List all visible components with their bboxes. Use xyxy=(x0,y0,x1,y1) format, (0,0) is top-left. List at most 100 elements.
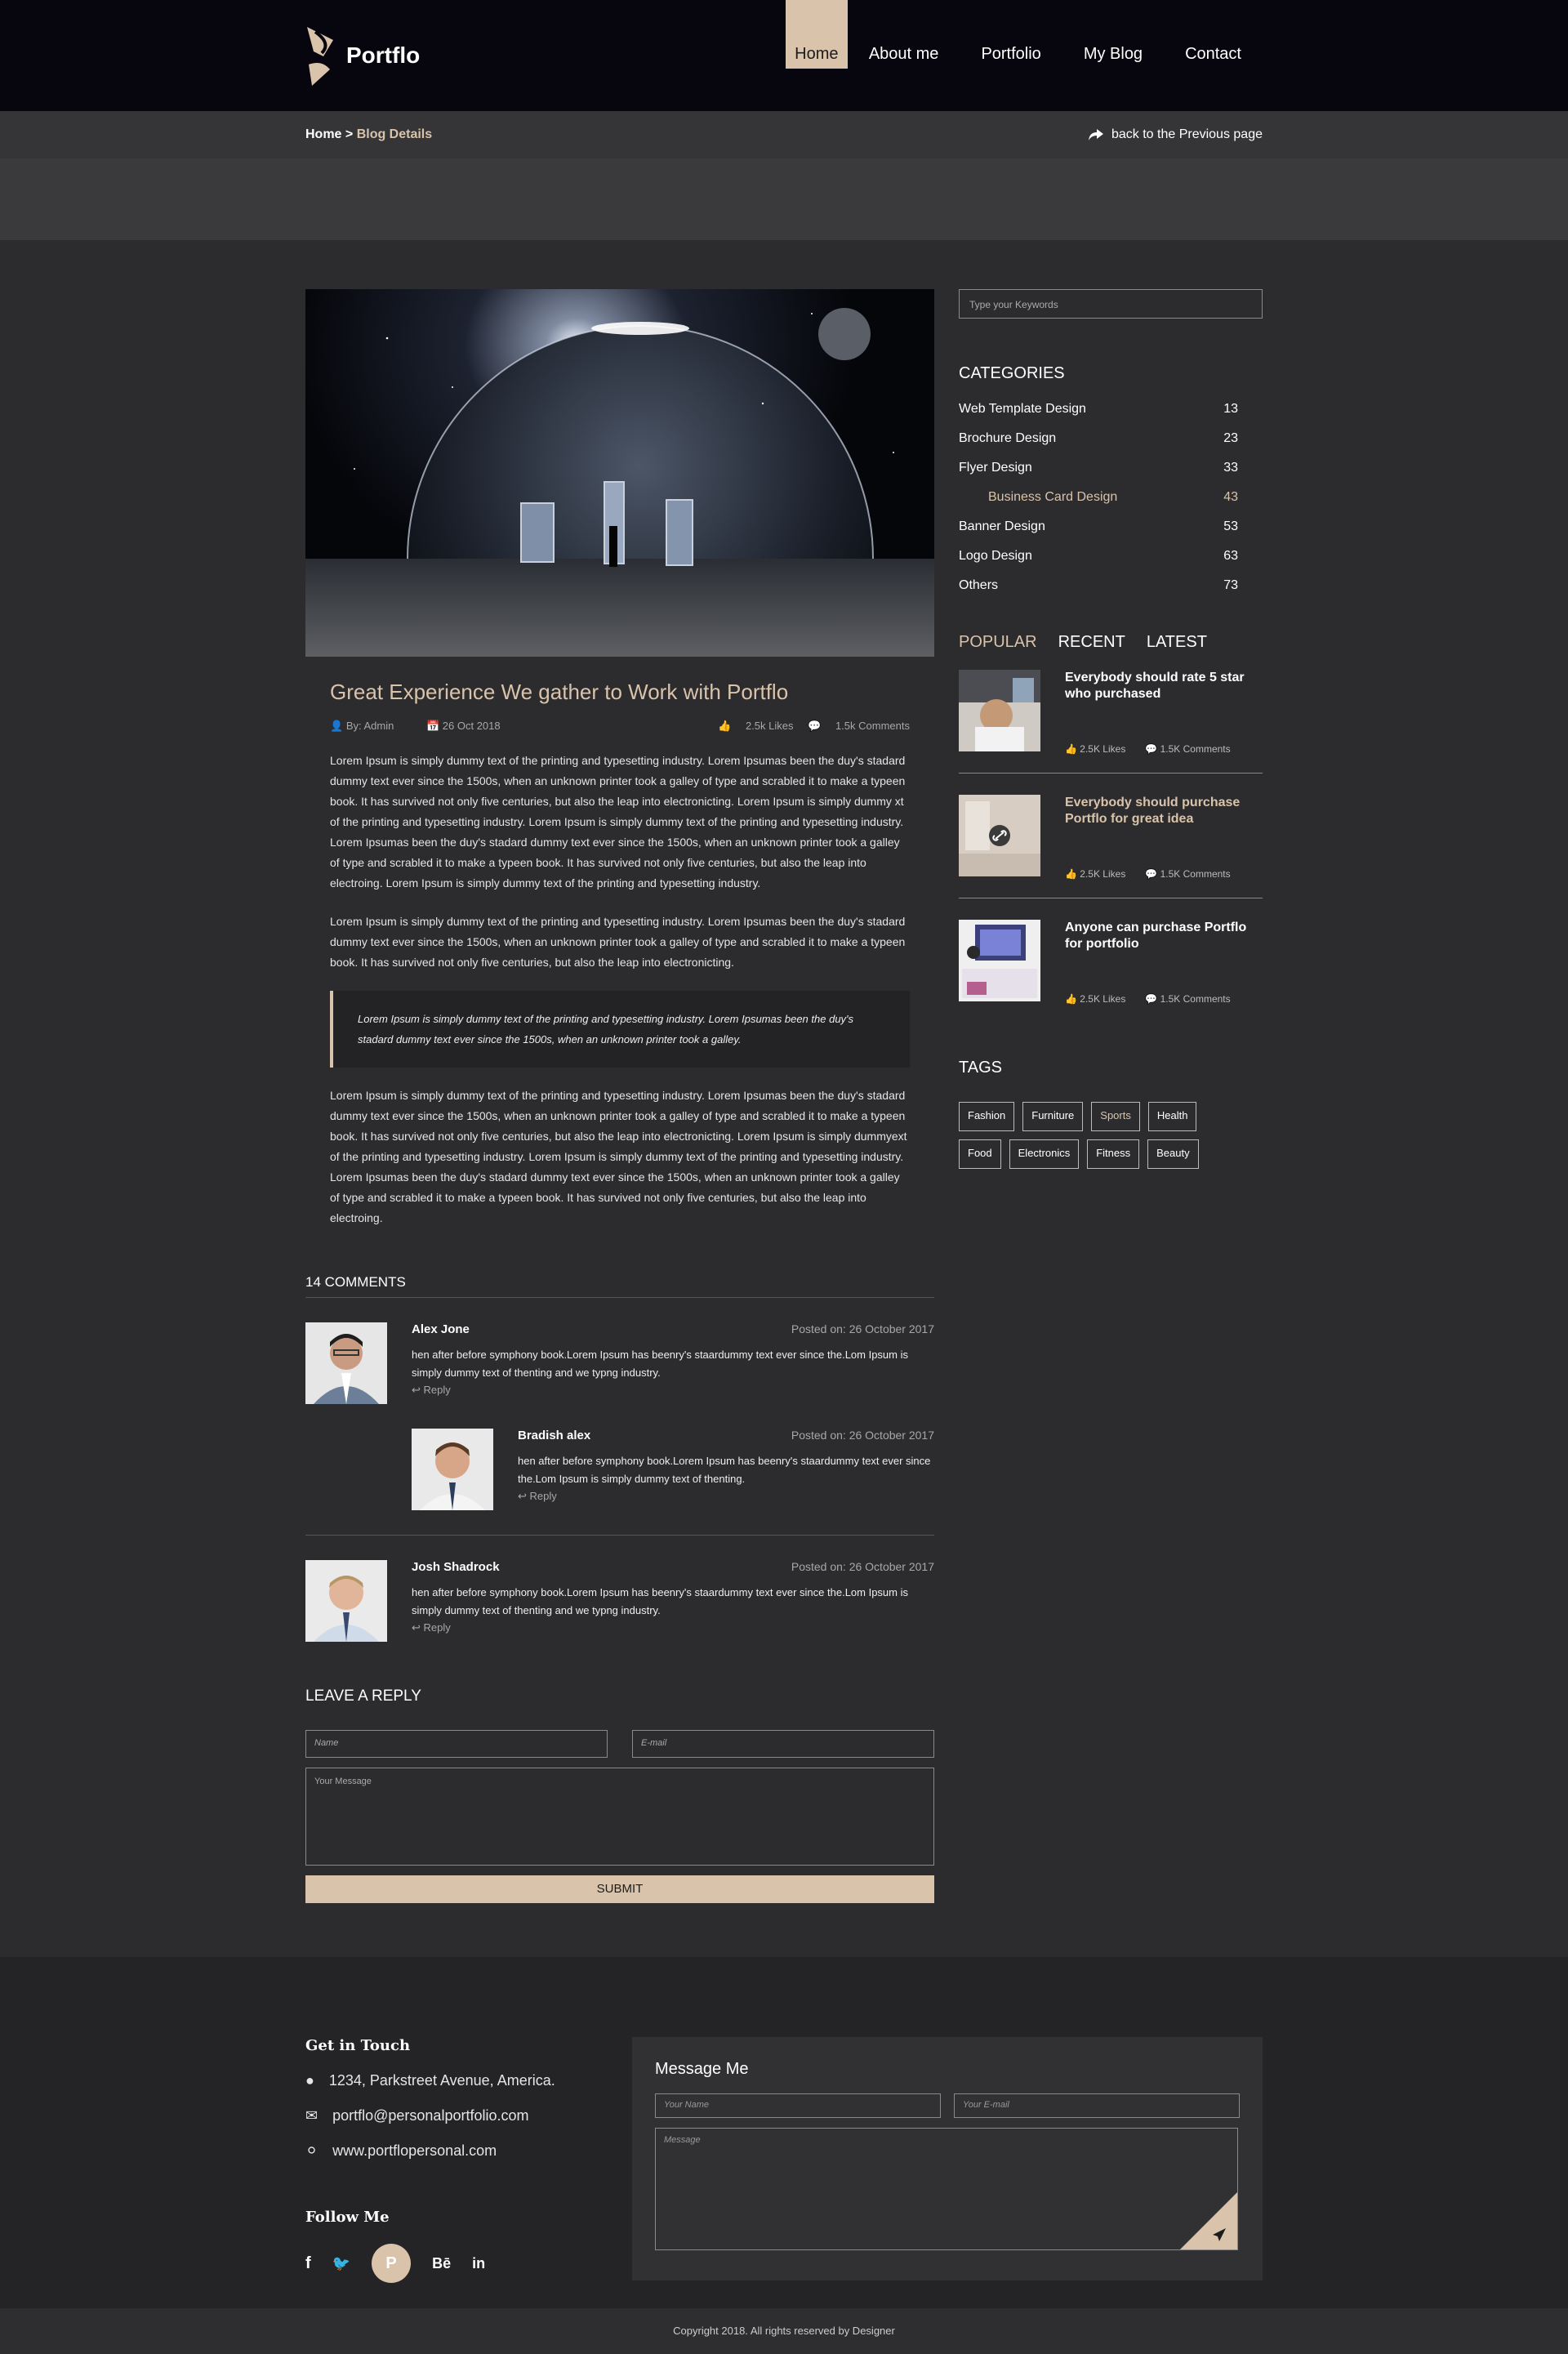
logo-text: Portflo xyxy=(346,42,421,68)
post-quote: Lorem Ipsum is simply dummy text of the … xyxy=(330,991,910,1068)
social-links: f 🐦 P Bē in xyxy=(305,2244,608,2283)
footer-email-field[interactable]: Your E-mail xyxy=(954,2093,1240,2118)
back-link-label: back to the Previous page xyxy=(1111,127,1263,141)
footer-name-field[interactable]: Your Name xyxy=(655,2093,941,2118)
space-scene-illustration xyxy=(305,308,934,657)
tag[interactable]: Food xyxy=(959,1139,1001,1169)
reply-link[interactable]: ↩ Reply xyxy=(412,1384,934,1397)
tag-active[interactable]: Sports xyxy=(1091,1102,1140,1131)
message-me-form: Message Me Your Name Your E-mail Message xyxy=(632,2037,1263,2280)
pinterest-icon[interactable]: P xyxy=(372,2244,412,2283)
sidebar: Type your Keywords CATEGORIES Web Templa… xyxy=(959,289,1263,1903)
get-in-touch-title: Get in Touch xyxy=(305,2037,411,2054)
share-arrow-icon xyxy=(1088,129,1103,140)
name-field[interactable]: Name xyxy=(305,1730,608,1758)
categories-title: CATEGORIES xyxy=(959,364,1065,382)
category-item-active[interactable]: Business Card Design 43 xyxy=(959,483,1263,512)
post-comments-count[interactable]: 💬 1.5k Comments xyxy=(808,720,910,732)
popular-post-stats: 👍 2.5K Likes 💬 1.5K Comments xyxy=(1065,743,1231,755)
reply-link[interactable]: ↩ Reply xyxy=(518,1490,934,1503)
logo-mark-icon xyxy=(307,27,333,86)
search-input[interactable]: Type your Keywords xyxy=(959,289,1263,319)
comment-text: hen after before symphony book.Lorem Ips… xyxy=(412,1349,908,1379)
tag[interactable]: Furniture xyxy=(1022,1102,1084,1131)
post-thumbnail xyxy=(959,795,1040,876)
location-pin-icon: ● xyxy=(305,2072,314,2089)
tab-recent[interactable]: RECENT xyxy=(1058,633,1125,652)
category-item[interactable]: Web Template Design 13 xyxy=(959,395,1263,424)
comment: Josh Shadrock Posted on: 26 October 2017 … xyxy=(305,1560,934,1642)
post-thumbnail xyxy=(959,920,1040,1001)
tag[interactable]: Health xyxy=(1147,1102,1197,1131)
popular-post[interactable]: Anyone can purchase Portflo for portfoli… xyxy=(959,898,1263,1023)
tag[interactable]: Beauty xyxy=(1147,1139,1199,1169)
footer-message-field[interactable]: Message xyxy=(655,2128,1238,2250)
nav-home[interactable]: Home xyxy=(785,0,848,69)
category-item[interactable]: Brochure Design 23 xyxy=(959,424,1263,453)
post-paragraph: Lorem Ipsum is simply dummy text of the … xyxy=(330,754,906,889)
address: ● 1234, Parkstreet Avenue, America. xyxy=(305,2072,555,2089)
message-field[interactable]: Your Message xyxy=(305,1768,934,1866)
breadcrumb-current: Blog Details xyxy=(356,127,433,141)
send-icon[interactable] xyxy=(1180,2192,1237,2249)
post-tabs: POPULAR RECENT LATEST xyxy=(959,633,1263,652)
category-item[interactable]: Others 73 xyxy=(959,571,1263,600)
contact-info: Get in Touch ● 1234, Parkstreet Avenue, A… xyxy=(305,2037,608,2283)
post-title[interactable]: Great Experience We gather to Work with … xyxy=(330,680,910,705)
comment-text: hen after before symphony book.Lorem Ips… xyxy=(412,1586,908,1616)
main-section: Great Experience We gather to Work with … xyxy=(0,240,1568,1903)
behance-icon[interactable]: Bē xyxy=(432,2255,451,2272)
copyright: Copyright 2018. All rights reserved by D… xyxy=(0,2308,1568,2354)
post-paragraph: Lorem Ipsum is simply dummy text of the … xyxy=(330,915,906,969)
nav-portfolio[interactable]: Portfolio xyxy=(960,0,1062,69)
breadcrumb-bar: Home > Blog Details back to the Previous… xyxy=(0,111,1568,158)
nav-about[interactable]: About me xyxy=(848,0,960,69)
email-link[interactable]: ✉ portflo@personalportfolio.com xyxy=(305,2107,608,2124)
submit-button[interactable]: SUBMIT xyxy=(305,1875,934,1903)
category-item[interactable]: Banner Design 53 xyxy=(959,512,1263,542)
tab-popular[interactable]: POPULAR xyxy=(959,633,1037,652)
linkedin-icon[interactable]: in xyxy=(472,2255,485,2272)
comments-title: 14 COMMENTS xyxy=(305,1274,934,1298)
reply-link[interactable]: ↩ Reply xyxy=(412,1621,934,1634)
website-link[interactable]: ⚪ www.portflopersonal.com xyxy=(305,2142,608,2160)
nav-blog[interactable]: My Blog xyxy=(1062,0,1164,69)
popular-post[interactable]: Everybody should rate 5 star who purchas… xyxy=(959,652,1263,774)
comment-author: Bradish alex xyxy=(518,1429,591,1442)
breadcrumb-separator: > xyxy=(341,127,357,141)
avatar xyxy=(412,1429,493,1510)
twitter-icon[interactable]: 🐦 xyxy=(332,2255,350,2272)
tag[interactable]: Fashion xyxy=(959,1102,1015,1131)
category-item[interactable]: Logo Design 63 xyxy=(959,542,1263,571)
popular-posts: Everybody should rate 5 star who purchas… xyxy=(959,652,1263,1023)
facebook-icon[interactable]: f xyxy=(305,2254,311,2273)
breadcrumb: Home > Blog Details xyxy=(305,127,432,142)
tag[interactable]: Fitness xyxy=(1087,1139,1140,1169)
divider xyxy=(305,1535,934,1536)
breadcrumb-home[interactable]: Home xyxy=(305,127,341,141)
comment-reply: Bradish alex Posted on: 26 October 2017 h… xyxy=(412,1429,934,1510)
comment-date: Posted on: 26 October 2017 xyxy=(791,1322,934,1335)
nav-contact[interactable]: Contact xyxy=(1164,0,1263,69)
post-date: 📅 26 Oct 2018 xyxy=(425,720,501,732)
post-hero-image xyxy=(305,289,934,657)
tag[interactable]: Electronics xyxy=(1009,1139,1080,1169)
post-likes[interactable]: 👍 2.5k Likes xyxy=(718,720,793,732)
post-body: Great Experience We gather to Work with … xyxy=(305,680,934,1228)
popular-post[interactable]: Everybody should purchase Portflo for gr… xyxy=(959,774,1263,898)
categories-list: Web Template Design 13 Brochure Design 23 … xyxy=(959,395,1263,600)
logo[interactable]: Portflo xyxy=(305,24,420,87)
follow-me-title: Follow Me xyxy=(305,2209,390,2226)
back-link[interactable]: back to the Previous page xyxy=(1088,127,1263,142)
comment: Alex Jone Posted on: 26 October 2017 hen … xyxy=(305,1322,934,1404)
reply-form-row: Name E-mail xyxy=(305,1730,934,1758)
tab-latest[interactable]: LATEST xyxy=(1147,633,1207,652)
reply-form-title: LEAVE A REPLY xyxy=(305,1687,421,1705)
post-paragraph: Lorem Ipsum is simply dummy text of the … xyxy=(330,1089,907,1224)
post-meta: 👤 By: Admin 📅 26 Oct 2018 👍 2.5k Likes 💬… xyxy=(330,720,910,733)
email-field[interactable]: E-mail xyxy=(632,1730,934,1758)
site-footer: Get in Touch ● 1234, Parkstreet Avenue, A… xyxy=(0,1957,1568,2308)
main-nav: Home About me Portfolio My Blog Contact xyxy=(785,0,1263,111)
category-item[interactable]: Flyer Design 33 xyxy=(959,453,1263,483)
tags-list: Fashion Furniture Sports Health Food Ele… xyxy=(959,1102,1228,1169)
